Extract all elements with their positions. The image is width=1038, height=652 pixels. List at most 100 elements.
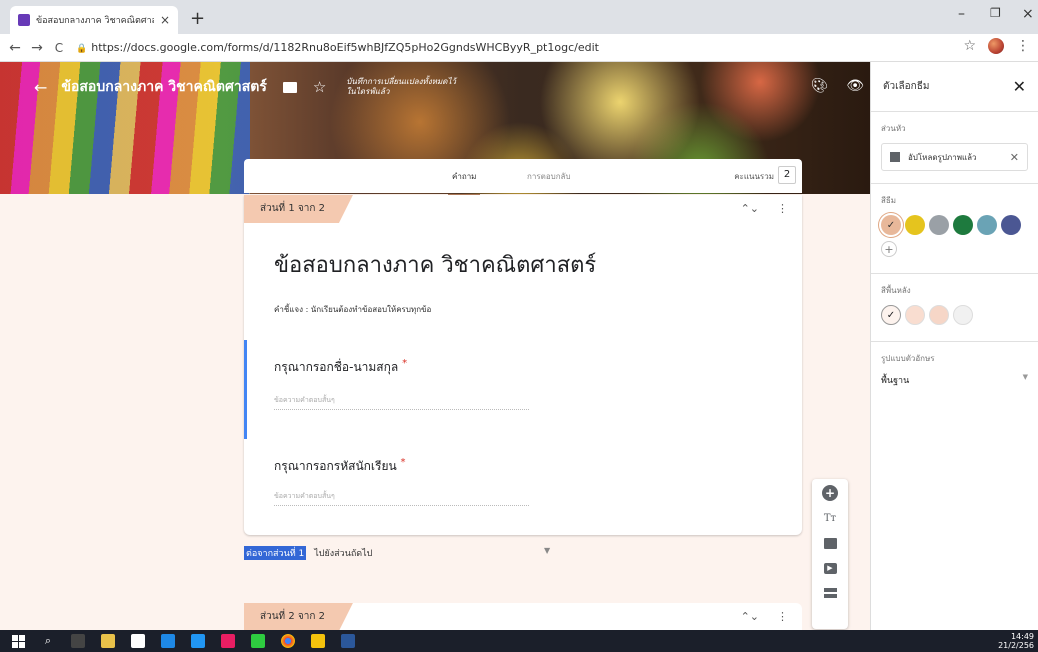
video-icon: ▶ [823,562,837,574]
theme-color-swatch[interactable] [977,215,997,235]
start-icon[interactable] [12,634,25,648]
app-icon[interactable] [221,634,235,648]
theme-color-swatch[interactable] [1001,215,1021,235]
theme-color-swatch[interactable] [905,215,925,235]
clock-date: 21/2/256 [998,641,1034,650]
tab-close-button[interactable]: × [160,13,170,27]
edge-icon[interactable] [161,634,175,648]
chrome-icon[interactable] [281,634,295,648]
form-tabs: คำถาม การตอบกลับ คะแนนรวม 2 [244,159,802,196]
floating-toolbar: + Tт ▶ [812,479,848,629]
add-question-button[interactable]: + [822,485,838,501]
section-tag: ส่วนที่ 1 จาก 2 [244,195,353,223]
profile-avatar[interactable] [988,38,1004,54]
active-question-indicator [244,340,247,439]
chevron-down-icon: ▼ [1022,373,1028,381]
minimize-button[interactable]: – [958,6,965,22]
url-field[interactable]: 🔒 https://docs.google.com/forms/d/1182Rnu… [76,41,599,54]
total-points-label: คะแนนรวม [734,172,774,181]
question-title[interactable]: กรุณากรอกชื่อ-นามสกุล * [274,358,407,377]
new-tab-button[interactable]: + [190,8,205,29]
background-color-swatch[interactable] [929,305,949,325]
forward-button[interactable]: → [26,40,48,56]
task-view-icon[interactable] [71,634,85,648]
font-style-select[interactable]: พื้นฐาน ▼ [881,373,1028,391]
bookmark-star-icon[interactable]: ☆ [963,38,976,54]
header-label: ส่วนหัว [881,124,906,133]
close-panel-button[interactable]: ✕ [1013,77,1026,96]
file-explorer-icon[interactable] [191,634,205,648]
add-video-button[interactable]: ▶ [822,560,838,576]
form-top-bar: ← ข้อสอบกลางภาค วิชาคณิตศาสตร์ ☆ บันทึกก… [0,62,870,112]
line-icon[interactable] [251,634,265,648]
word-icon[interactable] [341,634,355,648]
save-status-line2: ในไดรฟ์แล้ว [346,87,390,96]
collapse-section-icon[interactable]: ⌃⌄ [741,202,759,215]
after-section-label: ต่อจากส่วนที่ 1 [244,546,307,560]
window-close-button[interactable]: × [1022,6,1034,22]
back-button[interactable]: ← [4,40,26,56]
form-description[interactable]: คำชี้แจง : นักเรียนต้องทำข้อสอบให้ครบทุก… [274,303,431,316]
add-image-button[interactable] [822,535,838,551]
section-2-card: ส่วนที่ 2 จาก 2 ⌃⌄ ⋮ [244,603,802,633]
section-more-icon[interactable]: ⋮ [777,202,788,215]
theme-color-swatch[interactable]: ✓ [881,215,901,235]
required-mark: * [400,457,406,468]
background-color-swatch[interactable]: ✓ [881,305,901,325]
theme-color-label: สีธีม [881,196,897,205]
add-color-button[interactable]: + [881,241,897,257]
search-icon[interactable]: ⌕ [41,634,55,648]
eye-icon[interactable]: 👁︎ [846,78,864,94]
restore-button[interactable]: ❐ [990,6,1001,20]
add-title-button[interactable]: Tт [822,510,838,526]
required-mark: * [402,358,408,369]
header-image-chip[interactable]: อัปโหลดรูปภาพแล้ว ✕ [881,143,1028,171]
font-style-label: รูปแบบตัวอักษร [881,354,935,363]
section-icon [823,588,837,598]
after-section-action: ไปยังส่วนถัดไป [314,549,373,559]
question-title-text: กรุณากรอกชื่อ-นามสกุล [274,360,399,374]
system-clock[interactable]: 14:49 21/2/256 [998,632,1034,650]
store-icon[interactable] [101,634,115,648]
save-status: บันทึกการเปลี่ยนแปลงทั้งหมดไว้ ในไดรฟ์แล้… [346,77,456,97]
lock-icon: 🔒 [76,44,88,54]
theme-color-swatches: ✓ [881,215,1028,235]
form-title[interactable]: ข้อสอบกลางภาค วิชาคณิตศาสตร์ [274,247,596,282]
chevron-down-icon[interactable]: ▼ [544,546,550,555]
theme-color-swatch[interactable] [929,215,949,235]
question-title-text: กรุณากรอกรหัสนักเรียน [274,459,397,473]
remove-header-button[interactable]: ✕ [1010,151,1019,164]
question-title[interactable]: กรุณากรอกรหัสนักเรียน * [274,457,406,476]
forms-favicon-icon [18,14,30,26]
browser-tab[interactable]: ข้อสอบกลางภาค วิชาคณิตศาสตร์ - G × [10,6,178,34]
browser-tab-strip: ข้อสอบกลางภาค วิชาคณิตศาสตร์ - G × + – ❐… [0,0,1038,34]
background-color-swatch[interactable] [953,305,973,325]
theme-color-swatch[interactable] [953,215,973,235]
after-section-navigation[interactable]: ต่อจากส่วนที่ 1 ไปยังส่วนถัดไป ▼ [244,546,550,560]
background-color-label: สีพื้นหลัง [881,286,911,295]
add-section-button[interactable] [822,585,838,601]
theme-options-panel: ตัวเลือกธีม ✕ ส่วนหัว อัปโหลดรูปภาพแล้ว … [870,62,1038,630]
tab-questions[interactable]: คำถาม [447,170,481,196]
star-icon[interactable]: ☆ [313,78,326,96]
form-name[interactable]: ข้อสอบกลางภาค วิชาคณิตศาสตร์ [61,76,266,98]
palette-icon[interactable]: 🎨︎ [810,78,828,94]
mail-icon[interactable] [131,634,145,648]
save-status-line1: บันทึกการเปลี่ยนแปลงทั้งหมดไว้ [346,77,456,86]
background-color-swatch[interactable] [905,305,925,325]
url-text: https://docs.google.com/forms/d/1182Rnu8… [91,41,599,54]
short-answer-field: ข้อความคำตอบสั้นๆ [274,491,529,506]
app-icon[interactable] [311,634,325,648]
reload-button[interactable]: C [48,41,70,55]
collapse-section-icon[interactable]: ⌃⌄ [741,610,759,623]
tab-title: ข้อสอบกลางภาค วิชาคณิตศาสตร์ - G [36,16,154,26]
header-chip-label: อัปโหลดรูปภาพแล้ว [908,152,977,162]
clock-time: 14:49 [1010,632,1034,641]
back-arrow-icon[interactable]: ← [34,78,47,97]
folder-icon[interactable] [282,81,297,93]
section-more-icon[interactable]: ⋮ [777,610,788,623]
browser-menu-icon[interactable]: ⋮ [1016,38,1030,54]
font-style-value: พื้นฐาน [881,376,910,386]
section-1-card: ส่วนที่ 1 จาก 2 ⌃⌄ ⋮ ข้อสอบกลางภาค วิชาค… [244,195,802,535]
tab-responses[interactable]: การตอบกลับ [527,170,571,183]
